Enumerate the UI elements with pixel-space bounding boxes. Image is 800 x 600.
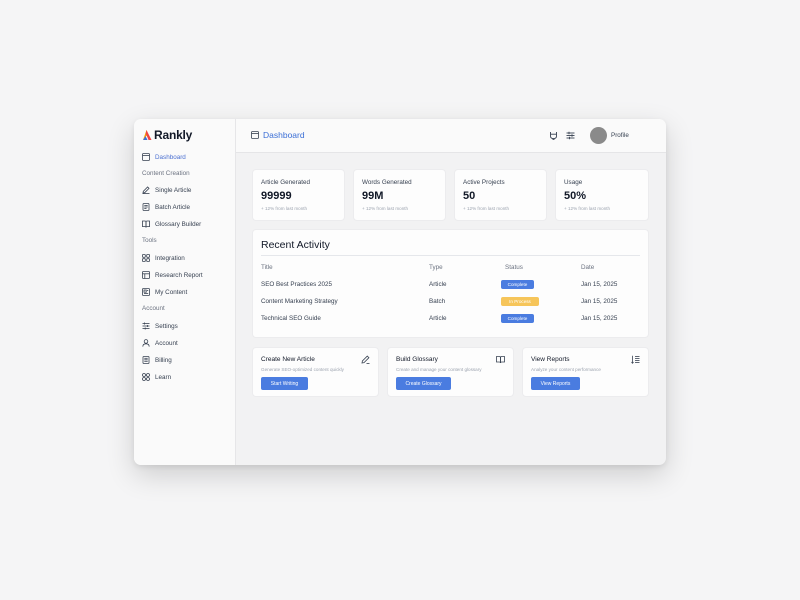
stat-change: + 12% from last month (564, 206, 611, 211)
document-icon (142, 203, 150, 211)
sidebar-item-label: Account (155, 339, 178, 347)
sidebar-item-label: Integration (155, 254, 185, 262)
column-header-date: Date (581, 264, 595, 271)
sidebar-item-learn[interactable]: Learn (142, 371, 232, 383)
status-badge: Complete (501, 280, 534, 289)
divider (261, 255, 640, 256)
sidebar-item-label: Settings (155, 322, 178, 330)
action-card-create-article: Create New Article Generate SEO-optimize… (252, 347, 379, 397)
row-title: Technical SEO Guide (261, 315, 321, 322)
stat-card-articles: Article Generated 99999 + 12% from last … (252, 169, 345, 221)
sidebar-item-label: Glossary Builder (155, 220, 202, 228)
sidebar-item-integration[interactable]: Integration (142, 252, 232, 264)
logo[interactable]: Rankly (142, 128, 192, 142)
stat-change: + 12% from last month (261, 206, 308, 211)
view-reports-button[interactable]: View Reports (531, 377, 580, 390)
content-icon (142, 288, 150, 296)
sidebar-section-tools: Tools (142, 237, 157, 244)
row-type: Article (429, 315, 447, 322)
top-header: Dashboard Profile (236, 119, 666, 153)
action-description: Generate SEO-optimized content quickly (261, 367, 344, 372)
book-icon (142, 220, 150, 228)
stat-change: + 12% from last month (463, 206, 510, 211)
sidebar-item-label: Research Report (155, 271, 203, 279)
recent-activity-panel: Recent Activity Title Type Status Date S… (252, 229, 649, 338)
row-type: Batch (429, 298, 446, 305)
sidebar-item-settings[interactable]: Settings (142, 320, 232, 332)
action-card-build-glossary: Build Glossary Create and manage your co… (387, 347, 514, 397)
app-name: Rankly (154, 128, 193, 142)
action-description: Create and manage your content glossary (396, 367, 482, 372)
row-title: SEO Best Practices 2025 (261, 281, 333, 288)
stat-value: 99999 (261, 190, 292, 202)
stat-value: 50% (564, 190, 587, 202)
sidebar-item-research-report[interactable]: Research Report (142, 269, 232, 281)
pen-icon (142, 186, 150, 194)
row-date: Jan 15, 2025 (581, 298, 618, 305)
column-header-type: Type (429, 264, 443, 271)
status-badge: In Process (501, 297, 539, 306)
stat-label: Words Generated (362, 179, 412, 186)
action-title: Create New Article (261, 356, 315, 363)
sliders-icon (142, 322, 150, 330)
stat-card-projects: Active Projects 50 + 12% from last month (454, 169, 547, 221)
sidebar-item-label: Single Article (155, 186, 192, 194)
book-open-icon (496, 356, 505, 364)
action-title: Build Glossary (396, 356, 438, 363)
start-writing-button[interactable]: Start Writing (261, 377, 308, 390)
row-date: Jan 15, 2025 (581, 281, 618, 288)
action-description: Analyze your content performance (531, 367, 601, 372)
action-card-view-reports: View Reports Analyze your content perfor… (522, 347, 649, 397)
sidebar-section-account: Account (142, 305, 165, 312)
recent-activity-title: Recent Activity (261, 239, 330, 251)
sidebar: Rankly Dashboard Content Creation Single… (134, 119, 236, 465)
avatar[interactable] (590, 127, 607, 144)
stat-label: Active Projects (463, 179, 505, 186)
pen-icon (361, 355, 370, 364)
row-title: Content Marketing Strategy (261, 298, 338, 305)
sidebar-item-label: Learn (155, 373, 172, 381)
sidebar-item-label: Billing (155, 356, 172, 364)
dashboard-icon (142, 153, 150, 161)
sidebar-section-content-creation: Content Creation (142, 170, 190, 177)
status-badge: Complete (501, 314, 534, 323)
user-icon (142, 339, 150, 347)
dashboard-icon (251, 131, 259, 139)
learn-icon (142, 373, 150, 381)
page-title: Dashboard (251, 130, 305, 140)
billing-icon (142, 356, 150, 364)
notification-icon[interactable] (549, 131, 558, 140)
sidebar-item-single-article[interactable]: Single Article (142, 184, 232, 196)
row-date: Jan 15, 2025 (581, 315, 618, 322)
sidebar-item-billing[interactable]: Billing (142, 354, 232, 366)
column-header-status: Status (505, 264, 523, 271)
grid-icon (142, 254, 150, 262)
row-type: Article (429, 281, 447, 288)
stat-label: Usage (564, 179, 583, 186)
sidebar-item-label: My Content (155, 288, 188, 296)
list-sort-icon (631, 355, 640, 364)
stat-value: 50 (463, 190, 476, 202)
stat-label: Article Generated (261, 179, 311, 186)
rankly-logo-icon (143, 130, 152, 140)
action-title: View Reports (531, 356, 570, 363)
stat-card-usage: Usage 50% + 12% from last month (555, 169, 649, 221)
sidebar-item-batch-article[interactable]: Batch Article (142, 201, 232, 213)
sidebar-item-my-content[interactable]: My Content (142, 286, 232, 298)
sidebar-item-label: Dashboard (155, 153, 186, 161)
create-glossary-button[interactable]: Create Glossary (396, 377, 451, 390)
stat-card-words: Words Generated 99M + 12% from last mont… (353, 169, 446, 221)
column-header-title: Title (261, 264, 273, 271)
app-window: Rankly Dashboard Content Creation Single… (134, 119, 666, 465)
profile-label[interactable]: Profile (611, 132, 629, 139)
stat-change: + 12% from last month (362, 206, 409, 211)
page-title-text: Dashboard (263, 130, 305, 140)
sidebar-item-dashboard[interactable]: Dashboard (142, 151, 232, 163)
stat-value: 99M (362, 190, 384, 202)
sidebar-item-account[interactable]: Account (142, 337, 232, 349)
settings-sliders-icon[interactable] (566, 131, 575, 140)
sidebar-item-label: Batch Article (155, 203, 190, 211)
report-icon (142, 271, 150, 279)
sidebar-item-glossary-builder[interactable]: Glossary Builder (142, 218, 232, 230)
